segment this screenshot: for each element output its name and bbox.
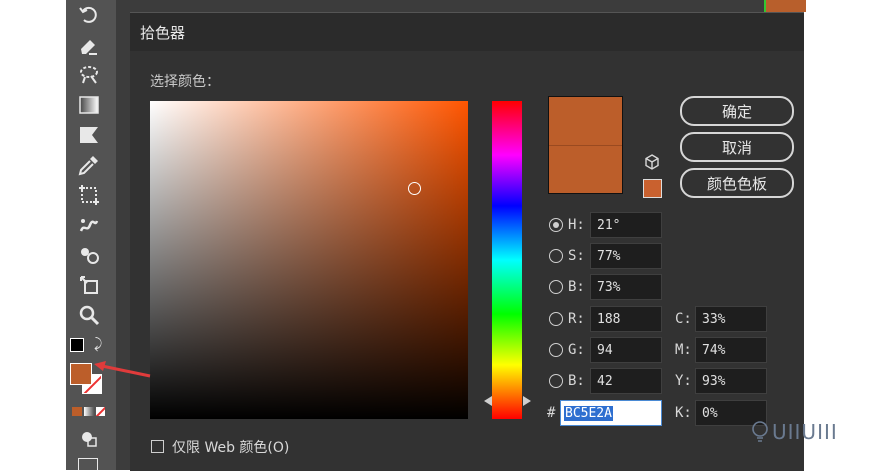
color-field-marker[interactable] (408, 182, 421, 195)
swatch-divider (549, 145, 622, 146)
gradient-mode-icon[interactable] (84, 407, 94, 416)
r-label: R: (568, 311, 585, 327)
y-label: Y: (675, 373, 692, 389)
b-label: B: (568, 279, 585, 295)
color-swatches-button[interactable]: 颜色色板 (680, 168, 794, 198)
draw-mode-icon[interactable] (74, 426, 104, 452)
out-of-gamut-cube-icon[interactable] (643, 153, 661, 171)
watermark-text: UIIUIII (772, 420, 838, 444)
eyedropper-icon[interactable] (74, 152, 104, 178)
m-input[interactable]: 74% (695, 337, 767, 363)
web-colors-only-checkbox[interactable] (151, 440, 164, 453)
color-preview-swatch (548, 96, 623, 194)
resize-icon[interactable] (74, 272, 104, 298)
k-label: K: (675, 405, 692, 421)
s-label: S: (568, 248, 585, 264)
hex-input[interactable]: BC5E2A (560, 400, 662, 426)
shape-icon[interactable] (74, 122, 104, 148)
select-color-label: 选择颜色： (150, 74, 220, 90)
color-mode-icon[interactable] (72, 407, 82, 416)
g-radio[interactable] (549, 343, 563, 357)
puppet-warp-icon[interactable] (74, 212, 104, 238)
rotate-view-icon[interactable] (74, 2, 104, 28)
b-radio[interactable] (549, 280, 563, 294)
annotation-arrow-icon (94, 361, 151, 378)
web-colors-only-label: 仅限 Web 颜色(O) (172, 440, 290, 456)
background-canvas-strip (764, 0, 806, 12)
cancel-button[interactable]: 取消 (680, 132, 794, 162)
color-field[interactable] (150, 101, 468, 419)
zoom-icon[interactable] (74, 302, 104, 328)
g-label: G: (568, 342, 585, 358)
b-input[interactable]: 73% (590, 274, 662, 300)
hue-slider-handle-right[interactable] (523, 396, 531, 406)
r-radio[interactable] (549, 312, 563, 326)
blue-radio[interactable] (549, 374, 563, 388)
none-mode-icon[interactable] (96, 407, 105, 416)
gradient-icon[interactable] (74, 92, 104, 118)
h-label: H: (568, 217, 585, 233)
default-colors-icon[interactable] (70, 338, 84, 352)
r-input[interactable]: 188 (590, 306, 662, 332)
c-input[interactable]: 33% (695, 306, 767, 332)
blue-input[interactable]: 42 (590, 368, 662, 394)
crop-icon[interactable] (74, 182, 104, 208)
hex-value: BC5E2A (564, 405, 613, 421)
lasso-icon[interactable] (74, 62, 104, 88)
tools-panel: ⤸ (66, 0, 116, 470)
c-label: C: (675, 311, 692, 327)
h-input[interactable]: 21° (590, 212, 662, 238)
s-radio[interactable] (549, 249, 563, 263)
dialog-title: 拾色器 (130, 13, 804, 51)
y-input[interactable]: 93% (695, 368, 767, 394)
watermark-bulb-icon (752, 421, 768, 442)
hue-slider-handle-left[interactable] (484, 396, 492, 406)
h-radio[interactable] (549, 218, 563, 232)
blue-label: B: (568, 373, 585, 389)
m-label: M: (675, 342, 692, 358)
swap-colors-icon[interactable]: ⤸ (94, 336, 102, 352)
screen-mode-icon[interactable] (78, 458, 98, 470)
s-input[interactable]: 77% (590, 243, 662, 269)
g-input[interactable]: 94 (590, 337, 662, 363)
eraser-icon[interactable] (74, 32, 104, 58)
color-picker-dialog: 拾色器 选择颜色： 确定 取消 颜色色板 H: 21° S: 77% B: 73… (130, 12, 804, 471)
fill-swatch[interactable] (70, 363, 92, 385)
hue-slider[interactable] (492, 101, 522, 419)
hex-label: # (547, 405, 556, 421)
web-safe-color-swatch[interactable] (643, 179, 662, 198)
ok-button[interactable]: 确定 (680, 96, 794, 126)
blend-icon[interactable] (74, 242, 104, 268)
